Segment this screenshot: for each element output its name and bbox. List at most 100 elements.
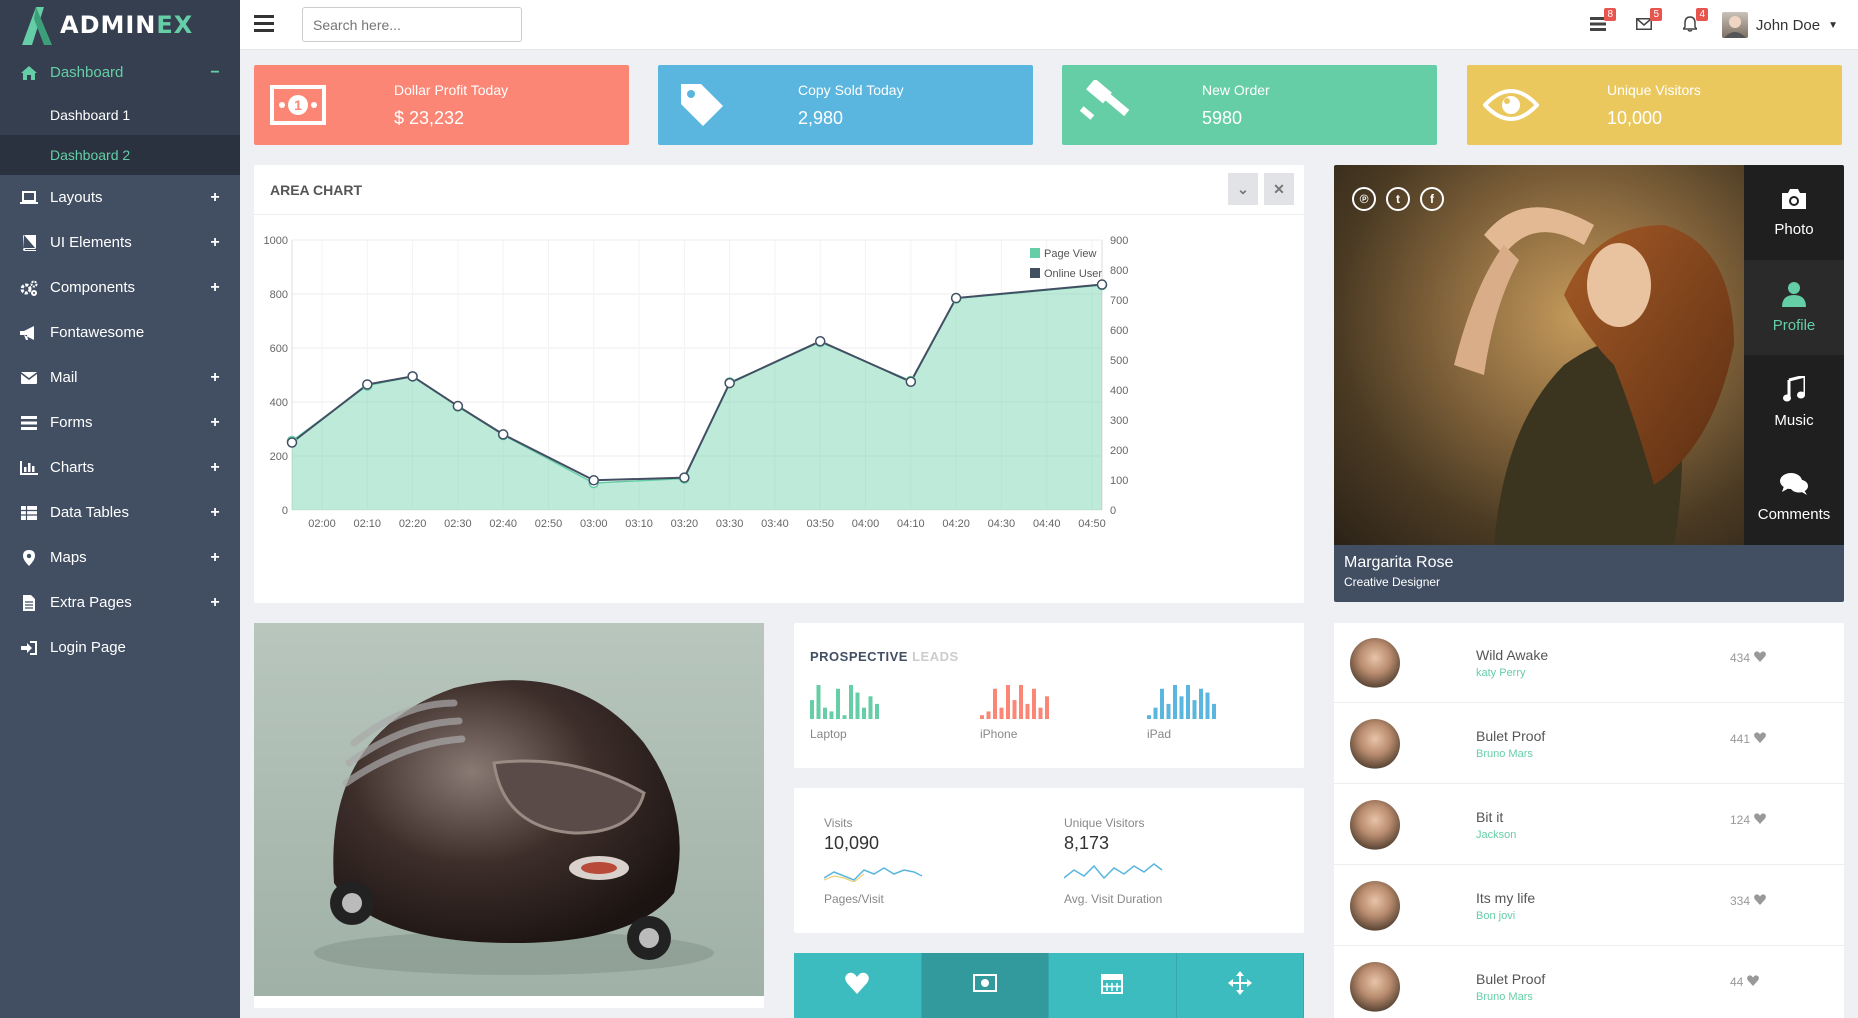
x-tick-label: 03:20: [671, 518, 699, 530]
data-point-online-user: [814, 336, 826, 347]
data-point-online-user: [497, 429, 509, 440]
stat-card-new-order: New Order 5980: [1062, 65, 1437, 145]
heart-icon: [845, 972, 870, 999]
sidebar-item-dashboard[interactable]: Dashboard −: [0, 50, 240, 95]
sidebar-item-charts[interactable]: Charts +: [0, 445, 240, 490]
expand-toggle[interactable]: +: [208, 504, 222, 522]
song-artist[interactable]: Jackson: [1476, 829, 1516, 841]
song-title: Bit it: [1476, 809, 1504, 825]
data-point-online-user: [286, 437, 298, 448]
eye-icon: [1481, 77, 1541, 133]
bell-icon[interactable]: 4: [1680, 8, 1708, 34]
collapse-toggle[interactable]: −: [208, 64, 222, 82]
song-artist[interactable]: Bruno Mars: [1476, 748, 1533, 760]
close-icon[interactable]: ✕: [1264, 173, 1294, 205]
left-tick-label: 1000: [264, 235, 288, 247]
chevron-down-icon[interactable]: ⌄: [1228, 173, 1258, 205]
sidebar-item-fontawesome[interactable]: Fontawesome: [0, 310, 240, 355]
user-menu[interactable]: John Doe ▼: [1721, 12, 1838, 38]
right-tick-label: 200: [1110, 445, 1128, 457]
logo[interactable]: ADMINEX: [0, 0, 240, 50]
sidebar-item-layouts[interactable]: Layouts +: [0, 175, 240, 220]
heart-icon: [1754, 732, 1766, 746]
song-artist[interactable]: katy Perry: [1476, 667, 1526, 679]
sidebar-item-ui-elements[interactable]: UI Elements +: [0, 220, 240, 265]
music-icon: [1783, 374, 1807, 406]
list-item[interactable]: Bit it Jackson 124: [1334, 785, 1844, 865]
sidebar-item-forms[interactable]: Forms +: [0, 400, 240, 445]
spark-bar: [810, 700, 814, 719]
like-count[interactable]: 434: [1730, 651, 1766, 665]
spark-bar: [829, 711, 834, 719]
car-image: [254, 623, 764, 1008]
stat-card-unique-visitors: Unique Visitors 10,000: [1467, 65, 1842, 145]
spark-bar: [1153, 707, 1158, 719]
menu-toggle-icon[interactable]: [254, 15, 274, 33]
pinterest-icon[interactable]: ℗: [1352, 187, 1376, 211]
spark-bar: [1038, 707, 1043, 719]
stat-title: New Order: [1202, 82, 1270, 98]
panel-title: AREA CHART: [254, 165, 1304, 215]
sidebar-item-components[interactable]: Components +: [0, 265, 240, 310]
icon-bar: [794, 953, 1304, 1018]
tab-photo[interactable]: Photo: [1744, 165, 1844, 260]
search-input[interactable]: [302, 7, 522, 42]
heart-button[interactable]: [794, 953, 922, 1018]
tasks-icon[interactable]: 8: [1588, 8, 1616, 34]
move-button[interactable]: [1177, 953, 1304, 1018]
arrows-icon: [1227, 971, 1252, 1000]
sidebar-subitem-dashboard-2[interactable]: Dashboard 2: [0, 135, 240, 175]
list-item[interactable]: Its my life Bon jovi 334: [1334, 866, 1844, 946]
expand-toggle[interactable]: +: [208, 234, 222, 252]
spark-bar: [1025, 703, 1030, 719]
panel-title: PROSPECTIVE LEADS: [810, 649, 959, 664]
song-artist[interactable]: Bruno Mars: [1476, 991, 1533, 1003]
comments-icon: [1780, 472, 1808, 500]
expand-toggle[interactable]: +: [208, 594, 222, 612]
tab-music[interactable]: Music: [1744, 355, 1844, 450]
list-item[interactable]: Wild Awake katy Perry 434: [1334, 623, 1844, 703]
sidebar-item-data-tables[interactable]: Data Tables +: [0, 490, 240, 535]
song-artist[interactable]: Bon jovi: [1476, 910, 1515, 922]
heart-icon: [1754, 894, 1766, 908]
top-header: 8 5 4 John Doe ▼: [240, 0, 1858, 50]
sidebar-item-maps[interactable]: Maps +: [0, 535, 240, 580]
data-point-online-user: [407, 371, 418, 382]
sidebar-item-mail[interactable]: Mail +: [0, 355, 240, 400]
heart-icon: [1754, 813, 1766, 827]
table-icon: [20, 504, 38, 522]
bullhorn-icon: [20, 324, 38, 342]
sidebar-item-extra-pages[interactable]: Extra Pages +: [0, 580, 240, 625]
facebook-icon[interactable]: f: [1420, 187, 1444, 211]
tab-comments[interactable]: Comments: [1744, 450, 1844, 545]
like-count[interactable]: 124: [1730, 813, 1766, 827]
stat-value: 10,000: [1607, 108, 1663, 128]
sidebar-subitem-dashboard-1[interactable]: Dashboard 1: [0, 95, 240, 135]
left-tick-label: 400: [270, 397, 288, 409]
expand-toggle[interactable]: +: [208, 459, 222, 477]
mail-icon[interactable]: 5: [1634, 8, 1662, 34]
calendar-button[interactable]: [1049, 953, 1177, 1018]
data-point-online-user: [724, 377, 735, 389]
like-count[interactable]: 441: [1730, 732, 1766, 746]
list-item[interactable]: Bulet Proof Bruno Mars 44: [1334, 947, 1844, 1018]
expand-toggle[interactable]: +: [208, 369, 222, 387]
expand-toggle[interactable]: +: [208, 279, 222, 297]
expand-toggle[interactable]: +: [208, 189, 222, 207]
legend-swatch: [1030, 248, 1040, 258]
expand-toggle[interactable]: +: [208, 549, 222, 567]
x-tick-label: 03:30: [716, 518, 744, 530]
tab-profile[interactable]: Profile: [1744, 260, 1844, 355]
right-tick-label: 0: [1110, 505, 1116, 517]
sidebar-item-login-page[interactable]: Login Page: [0, 625, 240, 670]
list-item[interactable]: Bulet Proof Bruno Mars 441: [1334, 704, 1844, 784]
twitter-icon[interactable]: t: [1386, 187, 1410, 211]
area-chart: 0 200 400 600 800 1000 0 100 200 300 400 500 600 700 8…: [264, 235, 1129, 530]
stat-title: Copy Sold Today: [798, 82, 904, 98]
like-count[interactable]: 44: [1730, 975, 1760, 989]
money-button[interactable]: [921, 953, 1049, 1018]
data-point-online-user: [1096, 279, 1108, 290]
expand-toggle[interactable]: +: [208, 414, 222, 432]
spark-bar: [1160, 688, 1164, 719]
like-count[interactable]: 334: [1730, 894, 1766, 908]
